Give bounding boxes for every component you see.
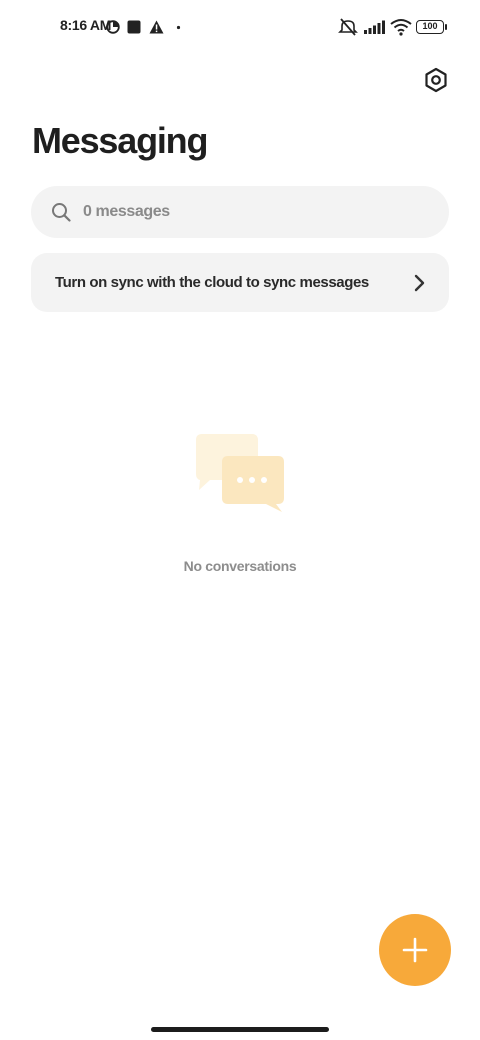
warning-icon: [149, 20, 164, 34]
sync-banner-text: Turn on sync with the cloud to sync mess…: [55, 274, 369, 291]
search-icon: [52, 203, 71, 222]
battery-icon: 100: [416, 20, 444, 34]
chat-bubbles-icon: [196, 434, 284, 512]
battery-tip: [445, 24, 447, 30]
home-indicator[interactable]: [151, 1027, 329, 1032]
status-time: 8:16 AM: [60, 17, 112, 33]
battery-level: 100: [422, 21, 438, 31]
search-input[interactable]: 0 messages: [83, 203, 170, 221]
plus-icon: [402, 937, 428, 963]
data-saver-icon: [106, 20, 120, 34]
square-notification-icon: [127, 20, 141, 34]
mute-icon: [338, 18, 358, 36]
empty-state-text: No conversations: [183, 558, 297, 574]
chevron-right-icon: [414, 274, 425, 291]
settings-hexagon-icon: [425, 67, 447, 93]
page-title: Messaging: [32, 120, 208, 161]
wifi-icon: [390, 19, 412, 36]
status-bar: 8:16 AM 100: [0, 16, 480, 40]
dot-icon: [176, 25, 181, 30]
search-bar[interactable]: 0 messages: [31, 186, 449, 238]
settings-button[interactable]: [420, 64, 452, 96]
sync-banner[interactable]: Turn on sync with the cloud to sync mess…: [31, 253, 449, 312]
new-conversation-button[interactable]: [379, 914, 451, 986]
signal-icon: [364, 20, 385, 34]
messaging-screen: 8:16 AM 100 Messaging 0 messages Turn on…: [0, 0, 480, 1040]
